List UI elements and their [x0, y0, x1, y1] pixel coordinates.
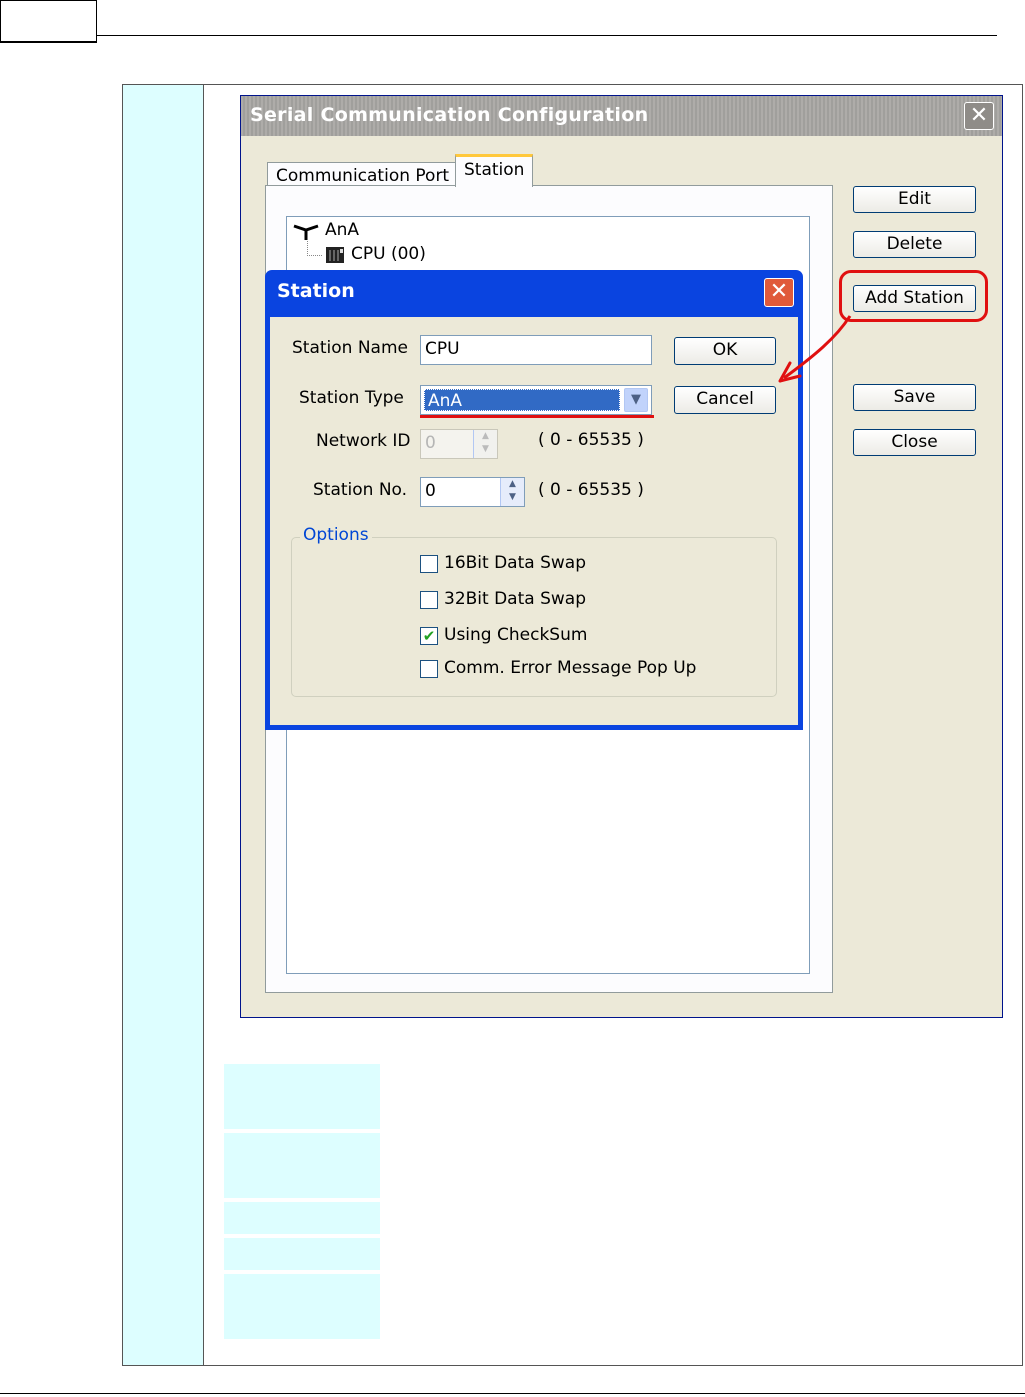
checkbox-error-popup[interactable] [420, 660, 438, 678]
tab-station[interactable]: Station [455, 154, 534, 187]
table-cell [224, 1274, 380, 1339]
network-id-range: ( 0 - 65535 ) [538, 430, 644, 450]
station-no-value: 0 [425, 481, 436, 501]
save-button[interactable]: Save [853, 384, 976, 411]
ok-button[interactable]: OK [674, 337, 776, 365]
dialog-body: Station Name CPU Station Type AnA ▼ Netw… [270, 317, 798, 725]
table-cell [224, 1238, 380, 1270]
station-no-range: ( 0 - 65535 ) [538, 480, 644, 500]
checkbox-using-checksum[interactable]: ✔ [420, 627, 438, 645]
station-name-input[interactable]: CPU [420, 335, 652, 365]
checkbox-32bit-swap[interactable] [420, 591, 438, 609]
checkbox-32bit-swap-label: 32Bit Data Swap [444, 589, 586, 609]
station-name-label: Station Name [292, 338, 408, 358]
options-legend: Options [300, 525, 372, 545]
table-cell [224, 1064, 380, 1129]
tree-connector [307, 241, 322, 256]
network-id-spinner-icon: ▲ ▼ [473, 430, 497, 458]
close-button[interactable]: Close [853, 429, 976, 456]
cpu-module-icon [326, 247, 344, 263]
station-no-spinner-icon[interactable]: ▲ ▼ [500, 478, 524, 506]
checkbox-16bit-swap[interactable] [420, 555, 438, 573]
checkbox-error-popup-label: Comm. Error Message Pop Up [444, 658, 697, 678]
table-cell [224, 1133, 380, 1198]
window-titlebar[interactable]: Serial Communication Configuration ✕ [241, 96, 1002, 136]
window-close-icon[interactable]: ✕ [964, 102, 994, 130]
station-no-input[interactable]: 0 ▲ ▼ [420, 477, 525, 507]
chevron-down-icon[interactable]: ▼ [624, 388, 648, 412]
cancel-button[interactable]: Cancel [674, 386, 776, 414]
dialog-title: Station [277, 280, 355, 302]
checkbox-using-checksum-label: Using CheckSum [444, 625, 588, 645]
station-type-label: Station Type [299, 388, 404, 408]
network-icon [293, 224, 319, 240]
window-title: Serial Communication Configuration [250, 104, 649, 126]
station-no-label: Station No. [313, 480, 408, 500]
network-id-label: Network ID [316, 431, 411, 451]
highlight-underline [420, 415, 654, 418]
frame-side-column [123, 85, 204, 1365]
tree-node-cpu[interactable]: CPU (00) [351, 244, 426, 264]
table-cell [224, 1202, 380, 1234]
delete-button[interactable]: Delete [853, 231, 976, 258]
dialog-close-icon[interactable]: ✕ [764, 278, 794, 307]
network-id-value: 0 [425, 433, 436, 453]
network-id-input: 0 ▲ ▼ [420, 429, 498, 459]
tree-node-root[interactable]: AnA [325, 220, 359, 240]
station-dialog: Station ✕ Station Name CPU Station Type … [265, 270, 803, 730]
header-box [0, 0, 97, 43]
station-type-value: AnA [424, 389, 620, 411]
footer-rule [0, 1393, 1025, 1394]
annotation-highlight-box [839, 270, 988, 322]
edit-button[interactable]: Edit [853, 186, 976, 213]
station-type-select[interactable]: AnA ▼ [420, 385, 652, 415]
checkbox-16bit-swap-label: 16Bit Data Swap [444, 553, 586, 573]
header-rule [97, 35, 997, 36]
annotation-arrow-icon [778, 315, 852, 383]
